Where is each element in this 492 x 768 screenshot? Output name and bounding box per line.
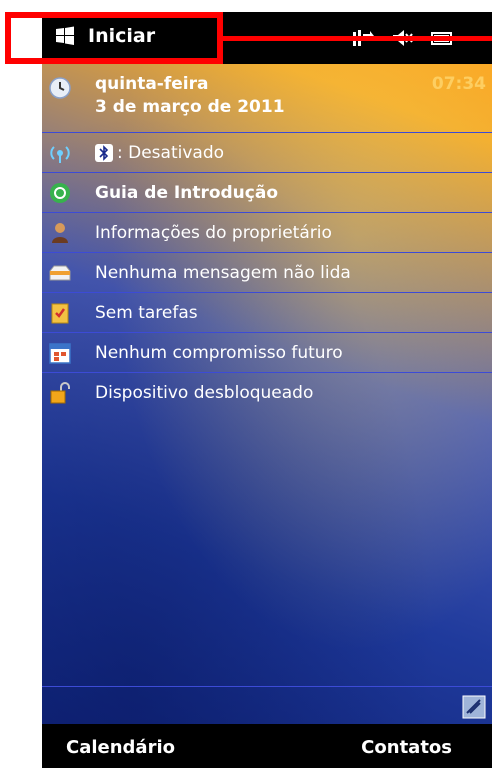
owner-label: Informações do proprietário: [95, 222, 332, 243]
appointments-label: Nenhum compromisso futuro: [95, 342, 343, 363]
getting-started-icon: [50, 182, 70, 203]
annotation-pointer-line: [223, 36, 492, 41]
tasks-label: Sem tarefas: [95, 302, 198, 323]
softkey-bar: Calendário Contatos: [42, 724, 492, 768]
input-panel-icon[interactable]: [462, 695, 486, 719]
bluetooth-icon: [95, 143, 113, 162]
softkey-calendar[interactable]: Calendário: [66, 737, 175, 758]
lock-icon: [50, 381, 70, 403]
device-lock-label: Dispositivo desbloqueado: [95, 382, 314, 403]
wireless-status-label: : Desativado: [117, 142, 225, 163]
date-label: 3 de março de 2011: [95, 97, 285, 117]
weekday-label: quinta-feira: [95, 74, 209, 94]
phone-screen: Iniciar quinta-feira 3 de março de 2011 …: [42, 12, 492, 768]
today-item-owner[interactable]: Informações do proprietário: [42, 213, 492, 253]
today-item-getting-started[interactable]: Guia de Introdução: [42, 173, 492, 213]
today-item-wireless[interactable]: : Desativado: [42, 133, 492, 173]
today-item-device-lock[interactable]: Dispositivo desbloqueado: [42, 373, 492, 412]
softkey-contacts[interactable]: Contatos: [361, 737, 452, 758]
date-row[interactable]: quinta-feira 3 de março de 2011 07:34: [42, 64, 492, 133]
wireless-icon: [50, 145, 70, 163]
today-item-tasks[interactable]: Sem tarefas: [42, 293, 492, 333]
inbox-icon: [49, 265, 71, 280]
today-item-appointments[interactable]: Nenhum compromisso futuro: [42, 333, 492, 373]
wireless-status: : Desativado: [95, 143, 224, 163]
owner-icon: [52, 222, 68, 243]
getting-started-label: Guia de Introdução: [95, 182, 279, 203]
clock-icon: [49, 77, 71, 99]
time-label: 07:34: [431, 74, 486, 94]
messages-label: Nenhuma mensagem não lida: [95, 262, 351, 283]
tasks-icon: [51, 303, 69, 323]
today-item-messages[interactable]: Nenhuma mensagem não lida: [42, 253, 492, 293]
annotation-highlight-box: [5, 12, 223, 64]
calendar-icon: [49, 342, 71, 364]
today-footer: [42, 686, 492, 725]
today-screen: quinta-feira 3 de março de 2011 07:34 : …: [42, 64, 492, 412]
